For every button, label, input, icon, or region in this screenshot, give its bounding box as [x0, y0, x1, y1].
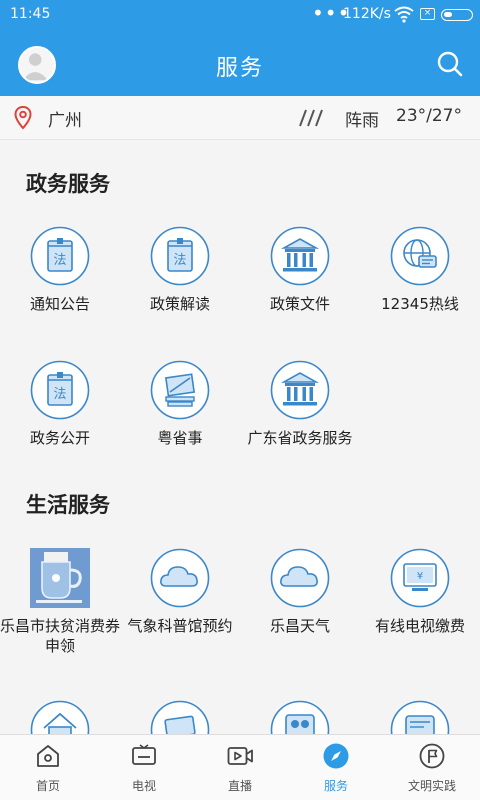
law-book-icon: 法 — [30, 226, 90, 286]
app-screen: 11:45 ••• 112K/s × 服务 广州 阵雨 23°/27° 政务服务… — [0, 0, 480, 800]
tools-icon — [150, 360, 210, 420]
page-title: 服务 — [215, 56, 264, 81]
service-label: 乐昌市扶贫消费券申领 — [0, 617, 121, 655]
government-building-icon — [270, 360, 330, 420]
people-icon — [270, 700, 330, 734]
flag-icon — [419, 743, 445, 769]
cloud-icon — [270, 548, 330, 608]
nav-item-home[interactable]: 首页 — [0, 735, 96, 800]
status-time: 11:45 — [10, 6, 51, 22]
bottom-nav: 首页 电视 直播 服务 文明实践 — [0, 734, 480, 800]
home-icon — [37, 745, 59, 767]
service-label: 通知公告 — [29, 295, 90, 313]
service-label: 政策文件 — [269, 295, 330, 313]
wifi-icon — [394, 6, 414, 23]
nav-item-tv[interactable]: 电视 — [96, 735, 192, 800]
battery-icon — [441, 9, 473, 21]
weather-bar[interactable]: 广州 阵雨 23°/27° — [0, 96, 480, 140]
status-bar: 11:45 ••• 112K/s × — [0, 0, 480, 30]
nav-item-civilization[interactable]: 文明实践 — [384, 735, 480, 800]
globe-chat-icon — [390, 226, 450, 286]
service-label: 政务公开 — [29, 429, 90, 447]
law-book-icon: 法 — [150, 226, 210, 286]
tv-payment-icon: ¥ — [390, 548, 450, 608]
compass-icon — [323, 743, 349, 769]
service-label: 气象科普馆预约 — [127, 617, 233, 635]
rain-icon — [299, 109, 323, 127]
location-pin-icon — [14, 106, 32, 130]
city-name: 广州 — [48, 111, 82, 131]
weather-condition: 阵雨 — [345, 111, 379, 131]
service-label: 12345热线 — [381, 295, 459, 313]
nav-label: 电视 — [131, 779, 156, 793]
card-icon — [150, 700, 210, 734]
home-building-icon — [30, 700, 90, 734]
app-header: 服务 — [0, 30, 480, 96]
nav-label: 首页 — [35, 779, 60, 793]
network-speed: 112K/s — [343, 6, 391, 22]
government-building-icon — [270, 226, 330, 286]
svg-text:法: 法 — [173, 253, 186, 268]
nav-item-service[interactable]: 服务 — [288, 735, 384, 800]
section-title-life: 生活服务 — [26, 493, 110, 517]
section-title-government: 政务服务 — [26, 172, 110, 196]
svg-text:法: 法 — [53, 253, 66, 268]
nav-item-live[interactable]: 直播 — [192, 735, 288, 800]
tv-icon — [132, 744, 156, 765]
temperature: 23°/27° — [396, 106, 462, 126]
svg-text:法: 法 — [53, 387, 66, 402]
search-icon[interactable] — [436, 50, 464, 78]
service-label: 乐昌天气 — [269, 617, 330, 635]
service-label: 政策解读 — [149, 295, 210, 313]
cloud-icon — [150, 548, 210, 608]
live-video-icon — [227, 747, 253, 765]
poverty-coupon-image — [30, 548, 90, 608]
nav-label: 文明实践 — [407, 779, 456, 793]
nav-label: 服务 — [323, 779, 348, 793]
chat-form-icon — [390, 700, 450, 734]
nav-label: 直播 — [227, 779, 252, 793]
svg-text:¥: ¥ — [417, 571, 423, 582]
service-label: 有线电视缴费 — [374, 617, 465, 635]
sim-icon: × — [420, 8, 435, 20]
service-label: 广东省政务服务 — [247, 429, 353, 447]
service-label: 粤省事 — [157, 429, 203, 447]
law-book-icon: 法 — [30, 360, 90, 420]
services-content: 政务服务 法 通知公告 法 政策解读 政策文件 12345热线 法 政务公开 粤… — [0, 140, 480, 734]
